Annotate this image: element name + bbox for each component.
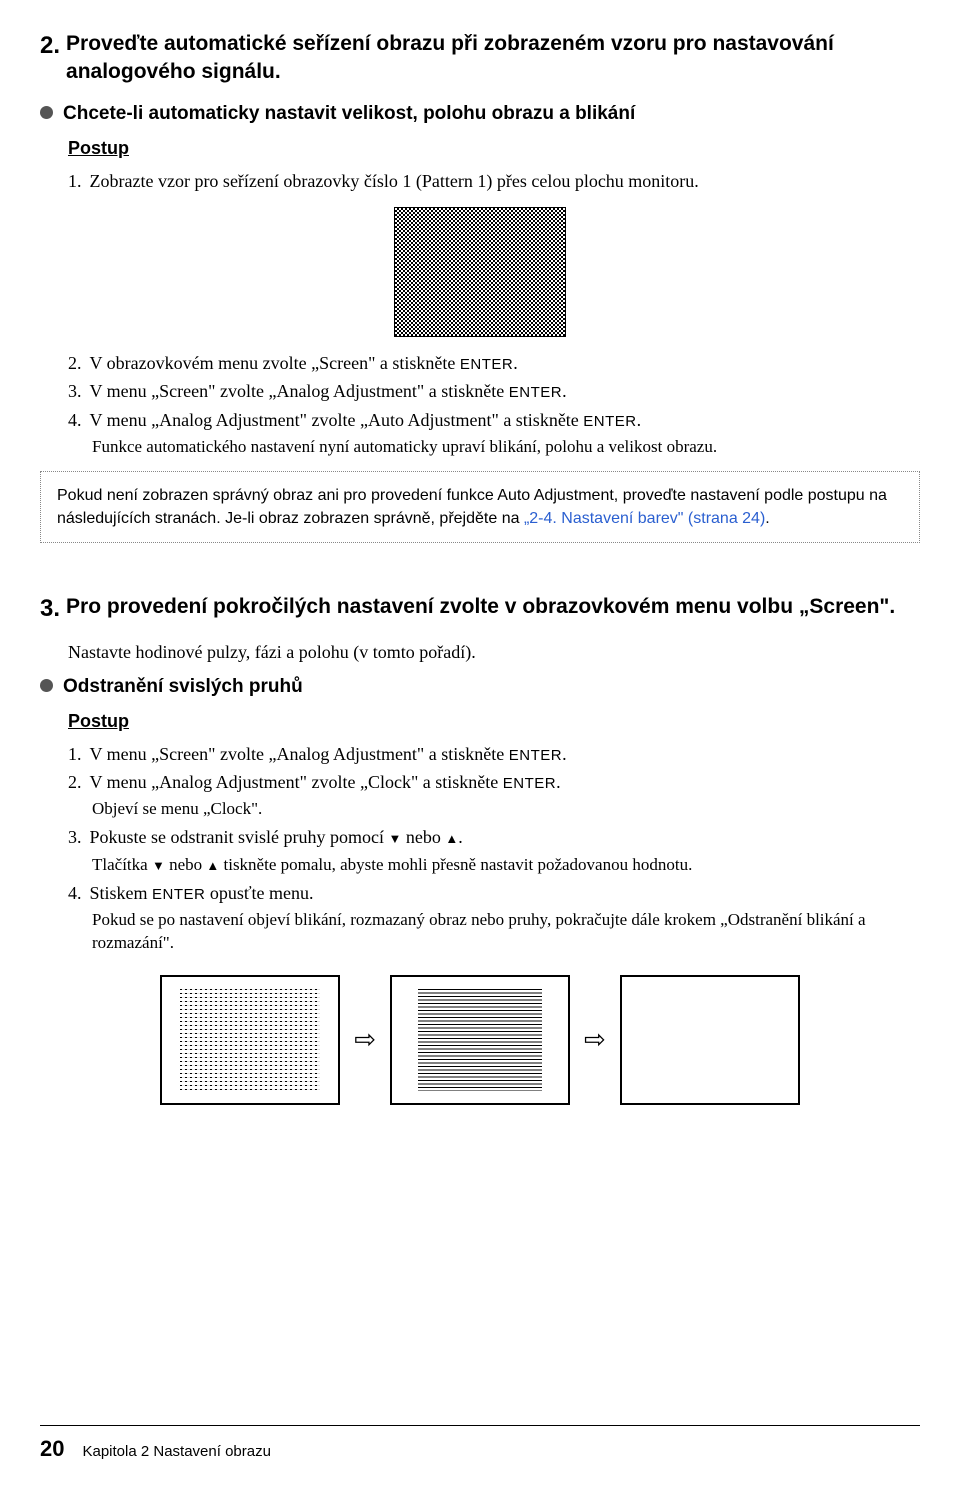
page-footer: 20 Kapitola 2 Nastavení obrazu bbox=[40, 1425, 920, 1464]
sec3-subtitle: Nastavte hodinové pulzy, fázi a polohu (… bbox=[68, 640, 920, 664]
arrow-icon: ⇨ bbox=[584, 1022, 606, 1057]
diagram-row: ⇨ ⇨ bbox=[40, 975, 920, 1105]
section-2: 2. Proveďte automatické seřízení obrazu … bbox=[40, 30, 920, 87]
sec2-note-box: Pokud není zobrazen správný obraz ani pr… bbox=[40, 471, 920, 543]
section-3: 3. Pro provedení pokročilých nastavení z… bbox=[40, 593, 920, 625]
sec3-step-2: 2. V menu „Analog Adjustment" zvolte „Cl… bbox=[68, 770, 920, 794]
bullet-icon bbox=[40, 679, 53, 692]
sec2-postup-heading: Postup bbox=[68, 136, 920, 160]
section-3-title: Pro provedení pokročilých nastavení zvol… bbox=[66, 593, 895, 621]
sec3-step-3: 3. Pokuste se odstranit svislé pruhy pom… bbox=[68, 825, 920, 849]
link-color-settings[interactable]: „2-4. Nastavení barev" (strana 24) bbox=[524, 510, 765, 527]
sec3-step-4: 4. Stiskem ENTER opusťte menu. bbox=[68, 881, 920, 905]
sec2-step-1-text: Zobrazte vzor pro seřízení obrazovky čís… bbox=[90, 169, 699, 193]
down-triangle-icon bbox=[388, 827, 401, 847]
monitor-stripes-light bbox=[390, 975, 570, 1105]
bullet-icon bbox=[40, 106, 53, 119]
enter-label: ENTER bbox=[460, 356, 513, 373]
section-2-number: 2. bbox=[40, 30, 60, 62]
sec3-step-3-note: Tlačítka nebo tiskněte pomalu, abyste mo… bbox=[92, 854, 920, 877]
sec2-step-4-note: Funkce automatického nastavení nyní auto… bbox=[92, 436, 920, 459]
up-triangle-icon bbox=[445, 827, 458, 847]
monitor-stripes-heavy bbox=[160, 975, 340, 1105]
section-2-title: Proveďte automatické seřízení obrazu při… bbox=[66, 30, 920, 87]
sec2-step-1: 1. Zobrazte vzor pro seřízení obrazovky … bbox=[68, 169, 920, 193]
sec3-bullet-text: Odstranění svislých pruhů bbox=[63, 674, 303, 700]
sec3-step-2-note: Objeví se menu „Clock". bbox=[92, 798, 920, 821]
sec2-bullet-text: Chcete-li automaticky nastavit velikost,… bbox=[63, 101, 635, 127]
monitor-clean bbox=[620, 975, 800, 1105]
page-number: 20 bbox=[40, 1434, 64, 1464]
sec3-postup-heading: Postup bbox=[68, 709, 920, 733]
sec3-bullet-row: Odstranění svislých pruhů bbox=[40, 674, 920, 700]
sec2-step-3: 3. V menu „Screen" zvolte „Analog Adjust… bbox=[68, 379, 920, 403]
sec2-bullet-row: Chcete-li automaticky nastavit velikost,… bbox=[40, 101, 920, 127]
sec3-step-4-note: Pokud se po nastavení objeví blikání, ro… bbox=[92, 909, 920, 955]
sec3-step-1: 1. V menu „Screen" zvolte „Analog Adjust… bbox=[68, 742, 920, 766]
chapter-title: Kapitola 2 Nastavení obrazu bbox=[82, 1442, 270, 1462]
sec2-step-2: 2. V obrazovkovém menu zvolte „Screen" a… bbox=[68, 351, 920, 375]
section-3-number: 3. bbox=[40, 593, 60, 625]
pattern-1-image bbox=[394, 207, 566, 337]
sec2-step-4: 4. V menu „Analog Adjustment" zvolte „Au… bbox=[68, 408, 920, 432]
down-triangle-icon bbox=[152, 855, 165, 874]
arrow-icon: ⇨ bbox=[354, 1022, 376, 1057]
up-triangle-icon bbox=[206, 855, 219, 874]
